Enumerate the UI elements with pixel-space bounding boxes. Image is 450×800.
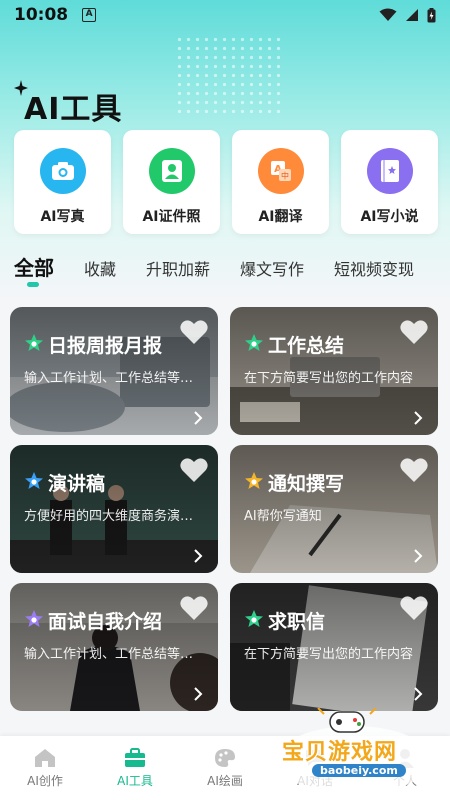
translate-icon: A中 [257, 148, 304, 194]
template-card-grid: 日报周报月报 输入工作计划、工作总结等内容 工作总结 在下方简要写出您的工作内容… [10, 307, 440, 711]
status-bar: 10:08 A [0, 0, 450, 30]
star-icon [245, 334, 263, 351]
heart-icon[interactable] [180, 319, 208, 345]
camera-icon [39, 148, 86, 194]
heart-icon[interactable] [180, 595, 208, 621]
tool-label: AI写真 [40, 209, 85, 225]
tool-label: AI翻译 [258, 209, 303, 225]
star-icon [245, 610, 263, 627]
template-card[interactable]: 通知撰写 AI帮你写通知 [230, 445, 438, 573]
chevron-right-icon [414, 687, 423, 701]
tab-favorites[interactable]: 收藏 [84, 256, 116, 280]
nav-ai-create[interactable]: AI创作 [0, 748, 90, 789]
tool-card-ai-portrait[interactable]: AI写真 [14, 130, 111, 234]
site-watermark: 宝贝游戏网 baobeiy.com [272, 708, 442, 800]
card-title: 面试自我介绍 [48, 611, 163, 633]
star-icon [25, 334, 43, 351]
tool-card-ai-id-photo[interactable]: AI证件照 [123, 130, 220, 234]
card-title: 工作总结 [268, 335, 345, 357]
decorative-dots [175, 35, 285, 115]
svg-text:中: 中 [281, 171, 289, 181]
nav-label: AI绘画 [207, 773, 243, 788]
card-description: 在下方简要写出您的工作内容 [244, 371, 414, 386]
chevron-right-icon [194, 687, 203, 701]
star-icon [245, 472, 263, 489]
card-title: 求职信 [268, 611, 326, 633]
template-card[interactable]: 演讲稿 方便好用的四大维度商务演讲稿 [10, 445, 218, 573]
wifi-icon [379, 8, 397, 21]
chevron-right-icon [414, 411, 423, 425]
watermark-text: 宝贝游戏网 [282, 739, 398, 765]
battery-icon [427, 7, 436, 22]
status-time: 10:08 [14, 5, 69, 25]
card-description: 输入工作计划、工作总结等内容 [24, 371, 194, 386]
heart-icon[interactable] [400, 457, 428, 483]
heart-icon[interactable] [180, 457, 208, 483]
heart-icon[interactable] [400, 595, 428, 621]
nav-ai-tools[interactable]: AI工具 [90, 747, 180, 789]
star-icon [25, 472, 43, 489]
tab-promotion[interactable]: 升职加薪 [146, 256, 210, 280]
template-card[interactable]: 面试自我介绍 输入工作计划、工作总结等内容 [10, 583, 218, 711]
toolbox-icon [125, 747, 145, 767]
watermark-url: baobeiy.com [312, 764, 406, 777]
tool-label: AI写小说 [360, 209, 419, 225]
tab-all[interactable]: 全部 [14, 252, 54, 287]
palette-icon [215, 748, 235, 767]
chevron-right-icon [194, 411, 203, 425]
tab-short-video[interactable]: 短视频变现 [334, 256, 414, 280]
template-card[interactable]: 日报周报月报 输入工作计划、工作总结等内容 [10, 307, 218, 435]
template-card[interactable]: 求职信 在下方简要写出您的工作内容 [230, 583, 438, 711]
card-description: 方便好用的四大维度商务演讲稿 [24, 509, 194, 524]
status-icons [379, 7, 436, 23]
card-title: 日报周报月报 [48, 335, 163, 357]
star-icon [25, 610, 43, 627]
book-icon [366, 148, 413, 194]
card-title: 演讲稿 [48, 473, 106, 495]
template-card[interactable]: 工作总结 在下方简要写出您的工作内容 [230, 307, 438, 435]
card-description: 在下方简要写出您的工作内容 [244, 647, 414, 662]
tool-shortcuts: AI写真 AI证件照 A中 AI翻译 AI写小说 [14, 130, 438, 234]
card-description: AI帮你写通知 [244, 509, 322, 524]
tool-card-ai-novel[interactable]: AI写小说 [341, 130, 438, 234]
tab-viral-writing[interactable]: 爆文写作 [240, 256, 304, 280]
home-icon [35, 748, 55, 767]
card-title: 通知撰写 [268, 473, 345, 495]
category-tabs: 全部 收藏 升职加薪 爆文写作 短视频变现 [14, 256, 444, 292]
nav-label: AI工具 [117, 773, 153, 788]
heart-icon[interactable] [400, 319, 428, 345]
id-photo-icon [148, 148, 195, 194]
chevron-right-icon [414, 549, 423, 563]
chevron-right-icon [194, 549, 203, 563]
nav-ai-paint[interactable]: AI绘画 [180, 748, 270, 789]
tool-card-ai-translate[interactable]: A中 AI翻译 [232, 130, 329, 234]
signal-icon [406, 9, 418, 21]
notification-icon: A [82, 8, 97, 22]
card-description: 输入工作计划、工作总结等内容 [24, 647, 194, 662]
nav-label: AI创作 [27, 773, 63, 788]
page-title: AI工具 [24, 92, 123, 127]
tool-label: AI证件照 [142, 209, 201, 225]
